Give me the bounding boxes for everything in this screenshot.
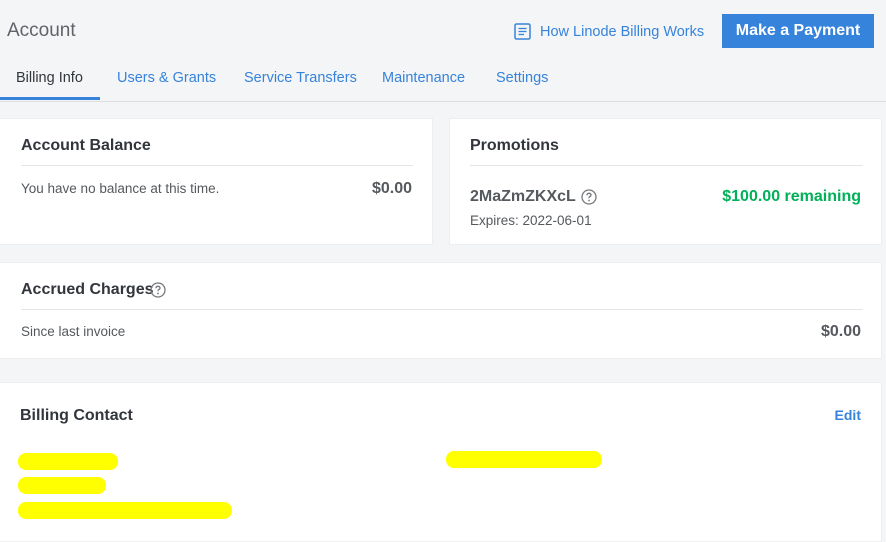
redacted-contact-name [18, 453, 118, 470]
redacted-contact-email [446, 451, 602, 468]
active-tab-indicator [0, 97, 100, 100]
help-icon[interactable] [150, 282, 166, 298]
tab-maintenance[interactable]: Maintenance [382, 70, 465, 86]
page-header: Account How Linode Billing Works Make a … [0, 0, 886, 102]
accrued-charges-panel: Accrued Charges Since last invoice $0.00 [0, 262, 882, 359]
balance-message: You have no balance at this time. [21, 181, 220, 196]
balance-amount: $0.00 [371, 180, 412, 197]
redacted-contact-company [18, 477, 106, 494]
divider [470, 165, 863, 166]
edit-contact-link[interactable]: Edit [835, 407, 861, 423]
accrued-label: Since last invoice [21, 324, 126, 339]
document-icon [514, 23, 531, 40]
account-tabs: Billing Info Users & Grants Service Tran… [0, 60, 886, 102]
billing-contact-panel: Billing Contact Edit [0, 382, 882, 542]
promo-code: 2MaZmZKXcL [470, 188, 576, 205]
account-balance-title: Account Balance [21, 137, 151, 154]
tab-settings[interactable]: Settings [496, 70, 548, 86]
divider [21, 309, 863, 310]
tab-users-grants[interactable]: Users & Grants [117, 70, 216, 86]
promo-remaining: $100.00 remaining [722, 188, 861, 205]
tab-service-transfers[interactable]: Service Transfers [244, 70, 357, 86]
promotions-title: Promotions [470, 137, 559, 154]
billing-contact-title: Billing Contact [20, 407, 133, 424]
accrued-amount: $0.00 [820, 323, 861, 340]
account-balance-panel: Account Balance You have no balance at t… [0, 118, 433, 245]
help-icon[interactable] [581, 189, 597, 205]
redacted-contact-address [18, 502, 232, 519]
make-payment-button[interactable]: Make a Payment [722, 14, 874, 48]
billing-docs-label: How Linode Billing Works [540, 23, 705, 40]
promotions-panel: Promotions 2MaZmZKXcL $100.00 remaining … [449, 118, 882, 245]
page-title: Account [7, 20, 76, 41]
tab-billing-info[interactable]: Billing Info [16, 70, 83, 86]
promo-expiry: Expires: 2022-06-01 [470, 213, 592, 228]
divider [21, 165, 413, 166]
accrued-charges-title: Accrued Charges [21, 281, 154, 298]
billing-docs-link[interactable]: How Linode Billing Works [513, 22, 704, 41]
